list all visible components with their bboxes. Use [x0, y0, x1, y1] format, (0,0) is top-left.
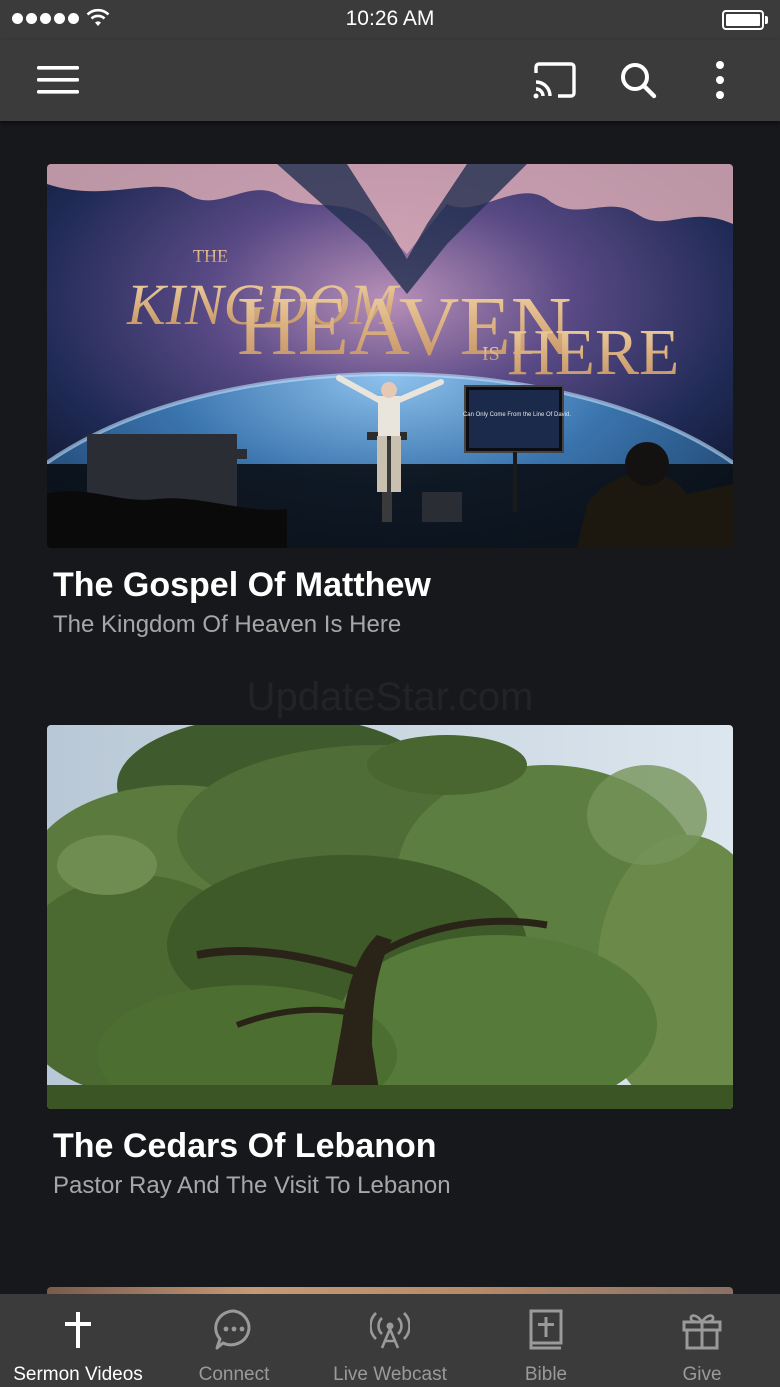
sermon-subtitle: Pastor Ray And The Visit To Lebanon — [53, 1172, 451, 1199]
search-icon — [621, 63, 657, 99]
cedar-tree-image — [47, 725, 733, 1109]
sermon-title: The Cedars Of Lebanon — [53, 1127, 437, 1165]
sermon-title: The Gospel Of Matthew — [53, 566, 431, 604]
sermon-thumbnail[interactable]: Can Only Come From the Line Of David. KI… — [47, 164, 733, 548]
cast-button[interactable] — [527, 56, 583, 104]
battery-full-icon — [722, 10, 768, 30]
tab-bible[interactable]: Bible — [468, 1294, 624, 1387]
cross-icon — [65, 1312, 91, 1348]
bible-icon — [529, 1309, 563, 1350]
broadcast-antenna-icon — [370, 1312, 410, 1349]
stage-image: Can Only Come From the Line Of David. KI… — [47, 164, 733, 548]
tab-label: Live Webcast — [333, 1364, 447, 1385]
sermon-card[interactable]: Can Only Come From the Line Of David. KI… — [47, 164, 733, 644]
thumb-title-the: THE — [193, 246, 228, 266]
screen-text: Can Only Come From the Line Of David. — [463, 412, 571, 418]
status-bar: 10:26 AM — [0, 0, 780, 40]
tab-give[interactable]: Give — [624, 1294, 780, 1387]
top-app-bar — [0, 40, 780, 121]
tab-label: Connect — [198, 1364, 270, 1385]
search-button[interactable] — [612, 56, 664, 104]
thumb-title-is: IS — [482, 343, 500, 365]
sermon-subtitle: The Kingdom Of Heaven Is Here — [53, 611, 402, 638]
tab-sermon-videos[interactable]: Sermon Videos — [0, 1294, 156, 1387]
menu-button[interactable] — [30, 56, 88, 104]
sermon-thumbnail[interactable] — [47, 725, 733, 1109]
bottom-tab-bar: Sermon Videos Connect Live Webcast Bible… — [0, 1294, 780, 1387]
gift-icon — [682, 1314, 722, 1350]
watermark: UpdateStar.com — [246, 675, 534, 719]
cast-icon — [533, 62, 576, 99]
sermon-list: Can Only Come From the Line Of David. KI… — [0, 121, 780, 1294]
tab-connect[interactable]: Connect — [156, 1294, 312, 1387]
sermon-card-partial[interactable] — [47, 1287, 733, 1294]
tab-label: Bible — [524, 1364, 568, 1385]
status-time: 10:26 AM — [345, 7, 435, 30]
hamburger-menu-icon — [37, 66, 79, 94]
sermon-card[interactable]: The Cedars Of Lebanon Pastor Ray And The… — [47, 725, 733, 1205]
more-options-button[interactable] — [700, 56, 740, 104]
tab-label: Give — [682, 1364, 722, 1385]
tab-live-webcast[interactable]: Live Webcast — [312, 1294, 468, 1387]
tab-label: Sermon Videos — [13, 1364, 143, 1385]
more-vertical-icon — [716, 61, 724, 99]
thumb-title-here: HERE — [507, 316, 679, 389]
chat-bubble-icon — [214, 1309, 251, 1350]
